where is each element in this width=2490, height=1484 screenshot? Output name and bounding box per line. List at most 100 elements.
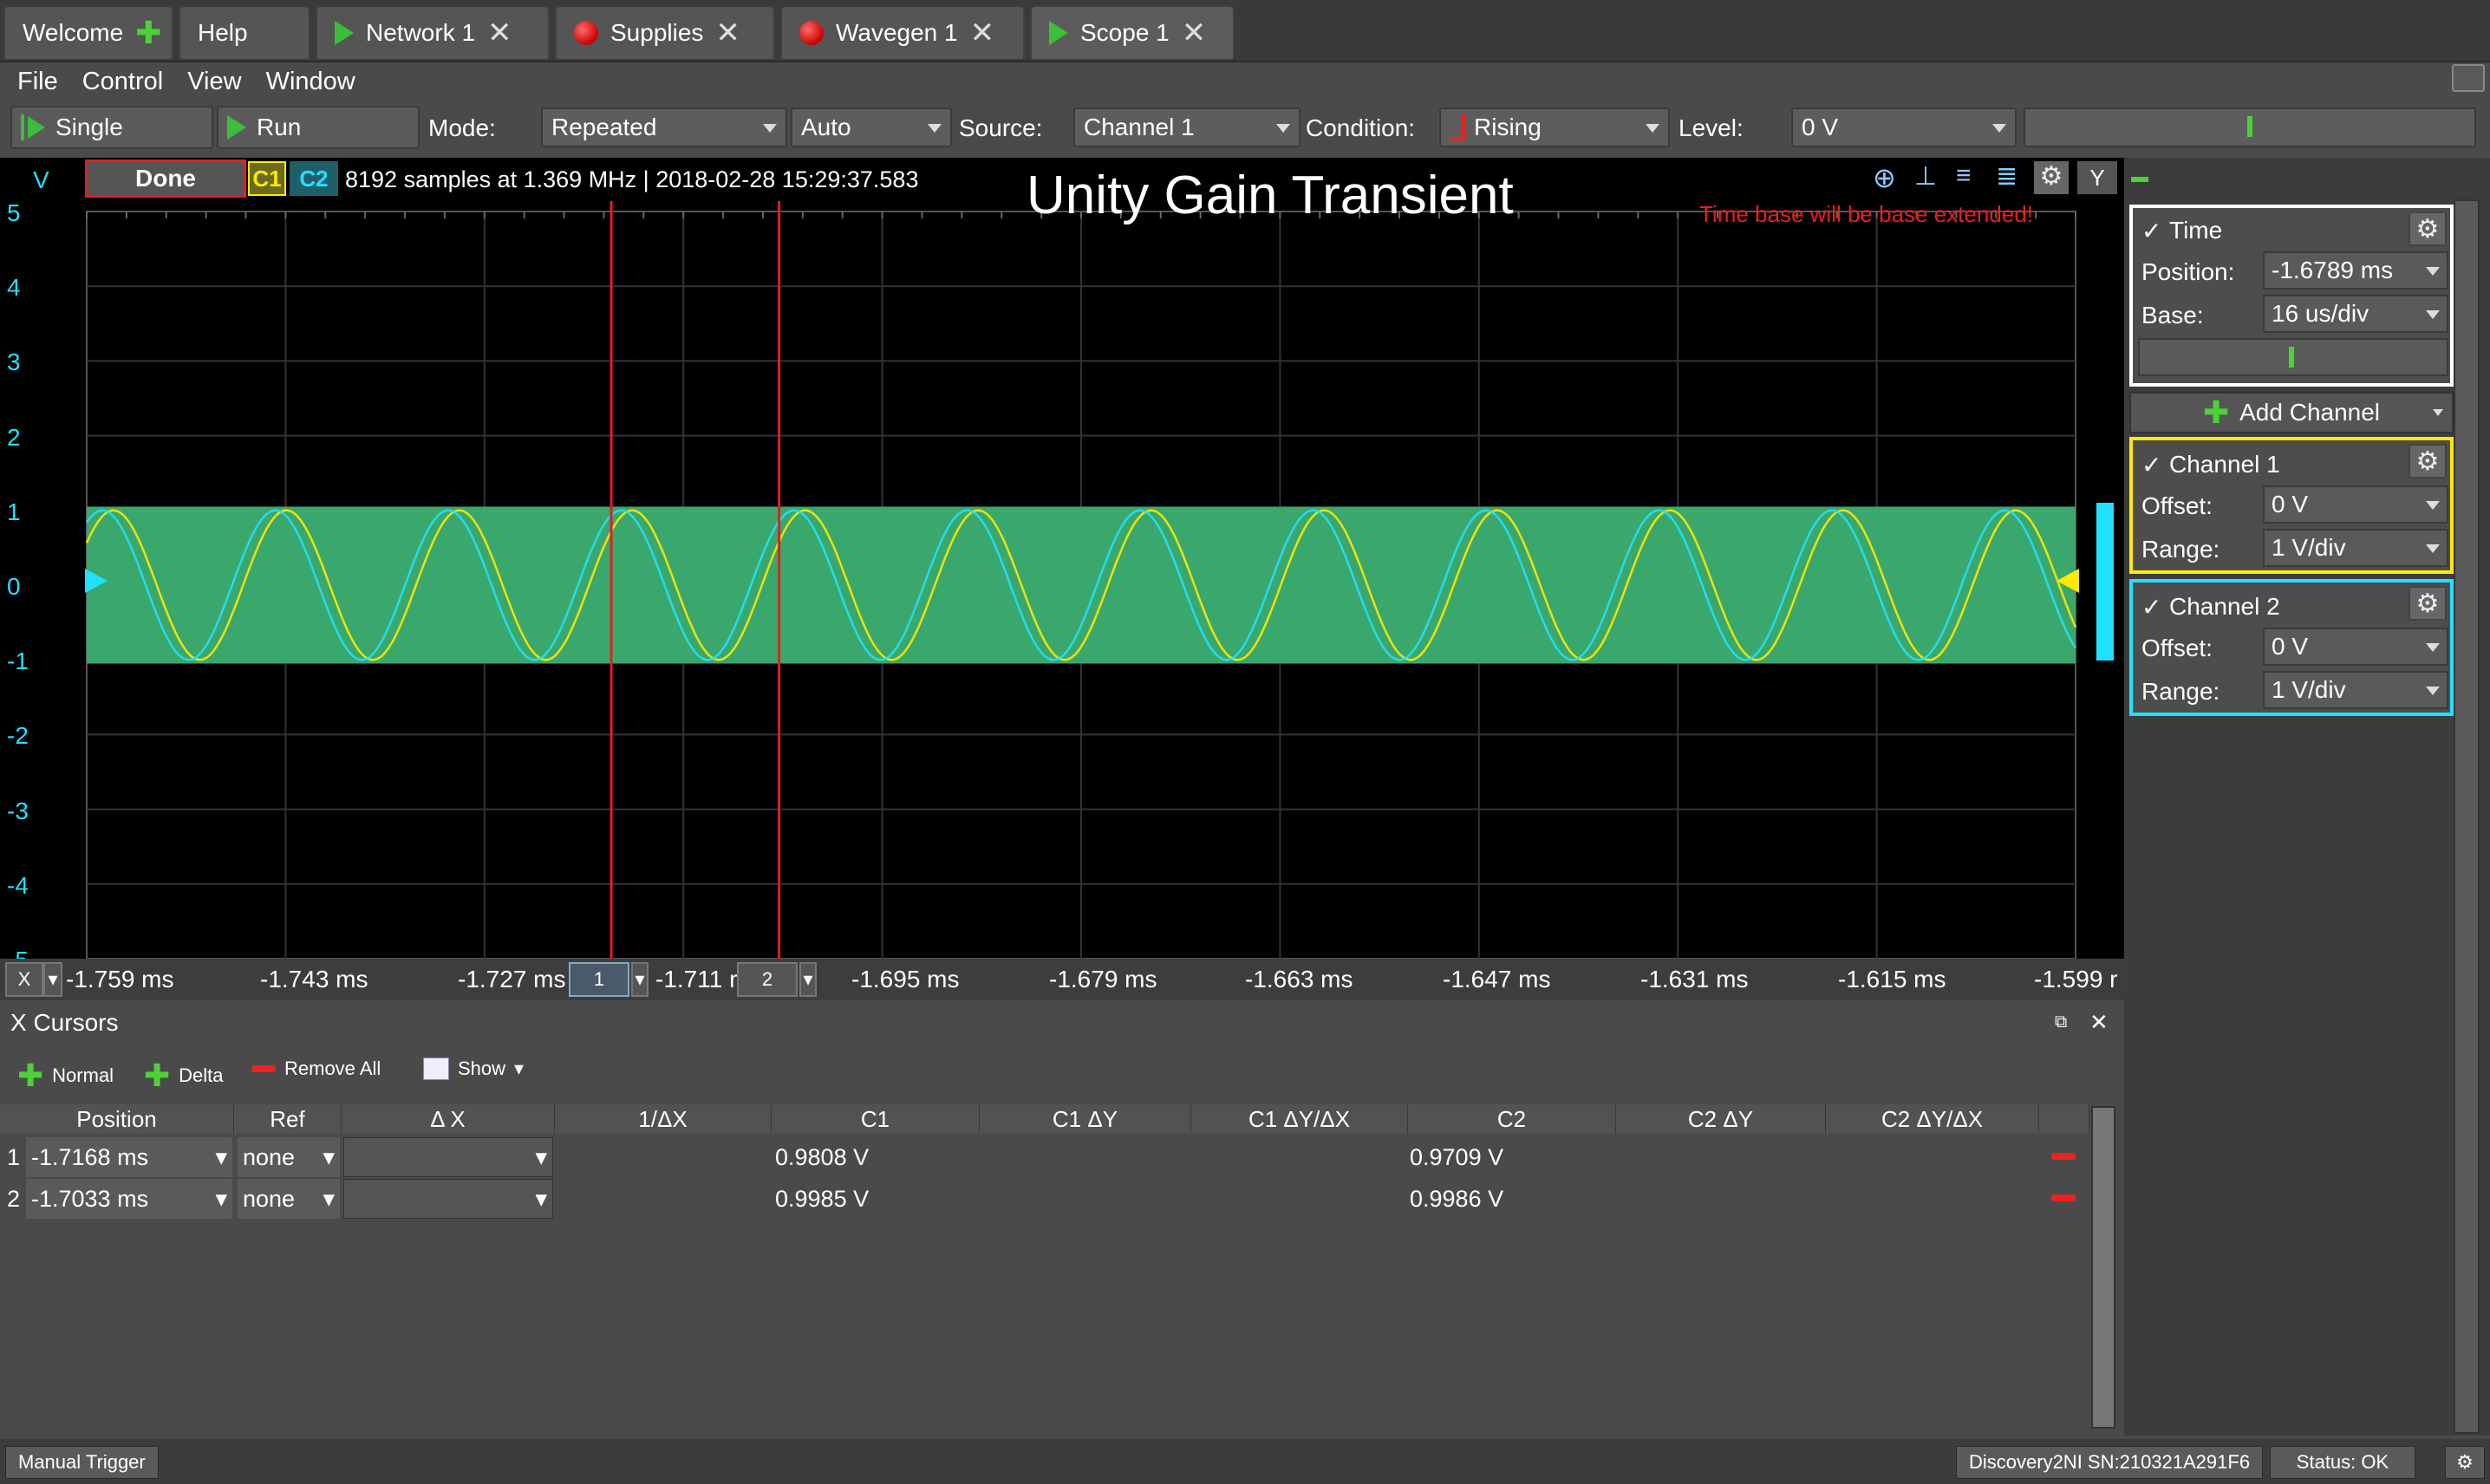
level-field[interactable]: 0 V — [1791, 107, 2017, 147]
time-checkbox[interactable]: ✓ — [2141, 217, 2161, 245]
menu-view[interactable]: View — [187, 68, 241, 96]
delta-x-select[interactable]: ▾ — [343, 1137, 553, 1177]
cursor-tool-icon[interactable]: ⊥ — [1914, 161, 1937, 192]
column-header[interactable]: C1 ΔY/ΔX — [1191, 1104, 1408, 1134]
gear-icon[interactable]: ⚙ — [2409, 444, 2447, 478]
align-icon[interactable]: ≡ — [1956, 161, 1972, 191]
right-panel-scrollbar[interactable] — [2454, 199, 2480, 1434]
cursor1-marker[interactable]: 1 — [569, 962, 629, 997]
position-value: -1.6789 ms — [2272, 257, 2394, 283]
menu-file[interactable]: File — [17, 68, 58, 96]
menu-window[interactable]: Window — [266, 68, 355, 96]
source-select[interactable]: Channel 1 — [1073, 107, 1300, 147]
chevron-down-icon[interactable]: ▾ — [43, 962, 62, 997]
cursor2-marker[interactable]: 2 — [737, 962, 798, 997]
c2-range-bar — [2096, 503, 2114, 661]
column-header[interactable]: C2 ΔY — [1616, 1104, 1826, 1134]
tab-network[interactable]: Network 1 ✕ — [316, 5, 550, 59]
close-icon[interactable]: ✕ — [1182, 16, 1207, 50]
close-icon[interactable]: ✕ — [970, 16, 995, 50]
table-scrollbar[interactable] — [2091, 1106, 2115, 1429]
chevron-down-icon[interactable]: ▾ — [799, 962, 817, 997]
chevron-down-icon[interactable]: ▾ — [631, 962, 649, 997]
plot-area[interactable]: V 543210-1-2-3-4-5 Done C1 C2 8192 sampl… — [0, 158, 2124, 1000]
x-tick-label: -1.663 ms — [1245, 966, 1353, 993]
channel1-range-field[interactable]: 1 V/div — [2263, 529, 2448, 567]
delta-x-select[interactable]: ▾ — [343, 1179, 553, 1219]
column-header[interactable]: Ref — [234, 1104, 342, 1134]
run-button[interactable]: Run — [217, 106, 420, 149]
remove-all-button[interactable]: Remove All — [251, 1058, 381, 1080]
trigger-position-slider[interactable] — [2024, 107, 2476, 147]
c2-offset-marker-icon[interactable] — [85, 569, 108, 593]
menu-control[interactable]: Control — [82, 68, 164, 96]
tab-welcome[interactable]: Welcome ✚ — [3, 5, 173, 59]
gear-icon[interactable]: ⚙ — [2409, 212, 2447, 246]
align-right-icon[interactable]: ≣ — [1996, 161, 2017, 192]
y-tick-label: 4 — [7, 274, 21, 302]
restore-window-icon[interactable] — [2452, 64, 2485, 92]
y-tick-label: -4 — [7, 871, 29, 899]
ref-select[interactable]: none ▾ — [238, 1179, 340, 1219]
x-tick-label: -1.647 ms — [1443, 966, 1551, 993]
channel1-tag[interactable]: C1 — [248, 161, 286, 196]
tab-wavegen[interactable]: Wavegen 1 ✕ — [780, 5, 1025, 59]
column-header[interactable]: 1/ΔX — [555, 1104, 772, 1134]
mode-select[interactable]: Repeated — [541, 107, 787, 147]
column-header[interactable]: C2 ΔY/ΔX — [1826, 1104, 2039, 1134]
close-icon[interactable]: ✕ — [715, 16, 740, 50]
condition-select[interactable]: Rising — [1439, 107, 1670, 147]
tab-scope[interactable]: Scope 1 ✕ — [1030, 5, 1235, 59]
trigger-level-marker-icon[interactable] — [2057, 569, 2079, 593]
x-axis-button[interactable]: X — [5, 962, 43, 997]
channel1-checkbox[interactable]: ✓ — [2141, 451, 2161, 479]
y-axis-button[interactable]: Y — [2077, 161, 2117, 194]
plus-icon: ✚ — [2202, 394, 2230, 430]
collapse-icon[interactable] — [2131, 177, 2148, 182]
gear-icon[interactable]: ⚙ — [2409, 586, 2447, 621]
auto-select[interactable]: Auto — [791, 107, 952, 147]
tab-help[interactable]: Help — [179, 5, 310, 59]
delta-cursor-button[interactable]: ✚ Delta — [144, 1058, 224, 1094]
channel2-range-field[interactable]: 1 V/div — [2263, 671, 2448, 709]
close-icon[interactable]: ✕ — [2089, 1009, 2109, 1036]
ref-value: none — [243, 1143, 296, 1170]
position-field[interactable]: -1.7033 ms ▾ — [26, 1179, 232, 1219]
ref-select[interactable]: none ▾ — [238, 1137, 340, 1177]
channel2-checkbox[interactable]: ✓ — [2141, 593, 2161, 622]
gear-icon[interactable]: ⚙ — [2034, 161, 2069, 194]
position-field[interactable]: -1.7168 ms ▾ — [26, 1137, 232, 1177]
x-tick-label: -1.727 ms — [458, 966, 566, 993]
add-channel-button[interactable]: ✚ Add Channel — [2129, 392, 2454, 433]
mode-label: Mode: — [428, 114, 496, 141]
show-button[interactable]: Show ▾ — [423, 1058, 524, 1080]
remove-cursor-icon[interactable] — [2051, 1194, 2076, 1201]
tab-welcome-label: Welcome — [23, 19, 124, 46]
position-field[interactable]: -1.6789 ms — [2263, 251, 2448, 290]
column-header[interactable]: Position — [0, 1104, 234, 1134]
stop-icon — [799, 21, 824, 45]
channel2-tag[interactable]: C2 — [290, 161, 338, 196]
remove-cursor-icon[interactable] — [2051, 1153, 2076, 1160]
channel1-offset-field[interactable]: 0 V — [2263, 485, 2448, 524]
float-window-icon[interactable]: ⧉ — [2055, 1012, 2067, 1032]
device-info[interactable]: Discovery2NI SN:210321A291F6 — [1956, 1446, 2264, 1479]
column-header[interactable]: Δ X — [342, 1104, 555, 1134]
zoom-icon[interactable]: ⊕ — [1873, 161, 1896, 194]
base-field[interactable]: 16 us/div — [2263, 295, 2448, 333]
run-label: Run — [257, 114, 302, 140]
column-header[interactable]: C1 — [772, 1104, 980, 1134]
time-position-slider[interactable] — [2138, 338, 2448, 376]
close-icon[interactable]: ✕ — [487, 16, 512, 50]
manual-trigger-button[interactable]: Manual Trigger — [5, 1446, 159, 1479]
tab-supplies[interactable]: Supplies ✕ — [555, 5, 775, 59]
gear-icon[interactable]: ⚙ — [2445, 1446, 2485, 1479]
column-header[interactable]: C2 — [1408, 1104, 1616, 1134]
normal-cursor-button[interactable]: ✚ Normal — [17, 1058, 114, 1094]
tab-supplies-label: Supplies — [610, 19, 704, 46]
y-tick-label: 1 — [7, 498, 21, 525]
timebase-warning: Time base will be base extended! — [1699, 201, 2033, 227]
column-header[interactable]: C1 ΔY — [980, 1104, 1191, 1134]
channel2-offset-field[interactable]: 0 V — [2263, 628, 2448, 666]
single-button[interactable]: Single — [10, 106, 213, 149]
